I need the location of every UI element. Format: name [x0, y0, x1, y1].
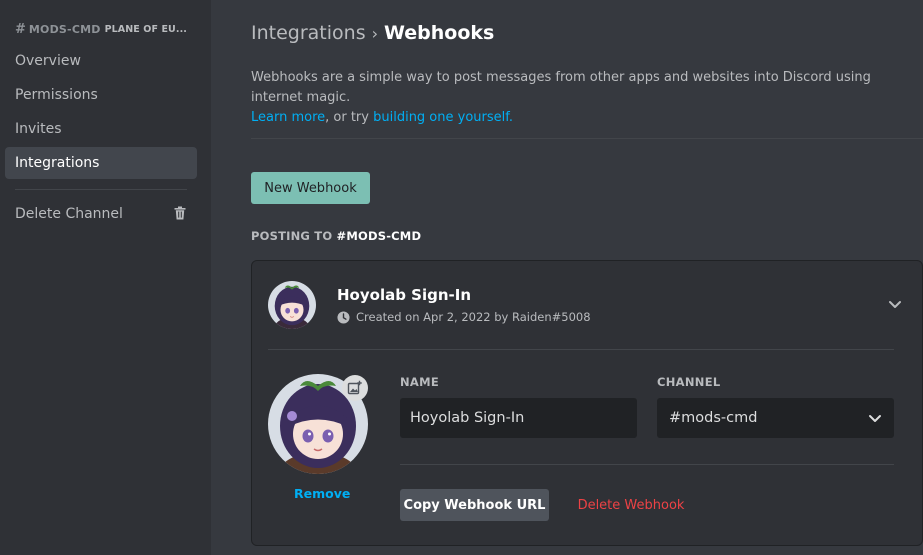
webhook-card: Hoyolab Sign-In Created on Apr 2, 2022 b…	[251, 260, 923, 546]
name-label: NAME	[400, 375, 440, 389]
chevron-down-icon	[869, 415, 881, 422]
sidebar-item-label: Overview	[15, 53, 81, 69]
settings-sidebar: # MODS-CMD PLANE OF EU... Overview Permi…	[0, 0, 211, 555]
clock-icon	[337, 310, 350, 324]
card-divider	[268, 349, 894, 350]
breadcrumb-separator-icon: ›	[371, 23, 378, 43]
sidebar-item-label: Integrations	[15, 155, 100, 171]
form-divider	[400, 464, 894, 465]
sidebar-channel-name: MODS-CMD	[28, 23, 101, 36]
sidebar-category-name: PLANE OF EU...	[104, 24, 187, 35]
channel-label: CHANNEL	[657, 375, 721, 389]
webhooks-description: Webhooks are a simple way to post messag…	[251, 68, 911, 128]
delete-webhook-button[interactable]: Delete Webhook	[572, 489, 690, 521]
sidebar-item-integrations[interactable]: Integrations	[5, 147, 197, 179]
sidebar-header: # MODS-CMD PLANE OF EU...	[15, 22, 195, 37]
breadcrumb-webhooks: Webhooks	[384, 22, 495, 44]
sidebar-item-invites[interactable]: Invites	[5, 113, 197, 145]
description-text: Webhooks are a simple way to post messag…	[251, 70, 871, 105]
add-image-icon	[347, 380, 362, 395]
page-title: Integrations › Webhooks	[251, 22, 494, 44]
sidebar-item-label: Permissions	[15, 87, 98, 103]
channel-hash-icon: #	[15, 22, 26, 37]
sidebar-item-label: Delete Channel	[15, 206, 123, 222]
upload-image-button[interactable]	[342, 375, 368, 401]
sidebar-item-delete-channel[interactable]: Delete Channel	[5, 198, 197, 230]
sidebar-divider	[15, 189, 187, 190]
webhook-created-meta: Created on Apr 2, 2022 by Raiden#5008	[337, 310, 591, 324]
anime-avatar-icon	[268, 281, 316, 329]
chevron-up-icon[interactable]	[888, 297, 902, 311]
or-try-text: , or try	[325, 110, 374, 125]
remove-avatar-link[interactable]: Remove	[294, 486, 350, 501]
trash-icon	[174, 206, 186, 220]
sidebar-item-label: Invites	[15, 121, 62, 137]
webhook-name-input[interactable]	[400, 398, 637, 438]
posting-to-text: POSTING TO	[251, 229, 337, 243]
sidebar-item-permissions[interactable]: Permissions	[5, 79, 197, 111]
webhook-title: Hoyolab Sign-In	[337, 286, 472, 304]
learn-more-link[interactable]: Learn more	[251, 110, 325, 125]
section-divider	[251, 138, 923, 139]
posting-to-label: POSTING TO #MODS-CMD	[251, 229, 421, 243]
webhook-avatar-small	[268, 281, 316, 329]
new-webhook-button[interactable]: New Webhook	[251, 172, 370, 204]
channel-select-value: #mods-cmd	[669, 410, 758, 426]
breadcrumb-integrations[interactable]: Integrations	[251, 22, 366, 44]
channel-select[interactable]: #mods-cmd	[657, 398, 894, 438]
building-one-yourself-link[interactable]: building one yourself.	[373, 110, 513, 125]
sidebar-item-overview[interactable]: Overview	[5, 45, 197, 77]
posting-to-channel: #MODS-CMD	[336, 229, 422, 243]
created-text: Created on Apr 2, 2022 by Raiden#5008	[356, 310, 591, 324]
copy-webhook-url-button[interactable]: Copy Webhook URL	[400, 489, 549, 521]
main-content: Integrations › Webhooks Webhooks are a s…	[211, 0, 923, 555]
